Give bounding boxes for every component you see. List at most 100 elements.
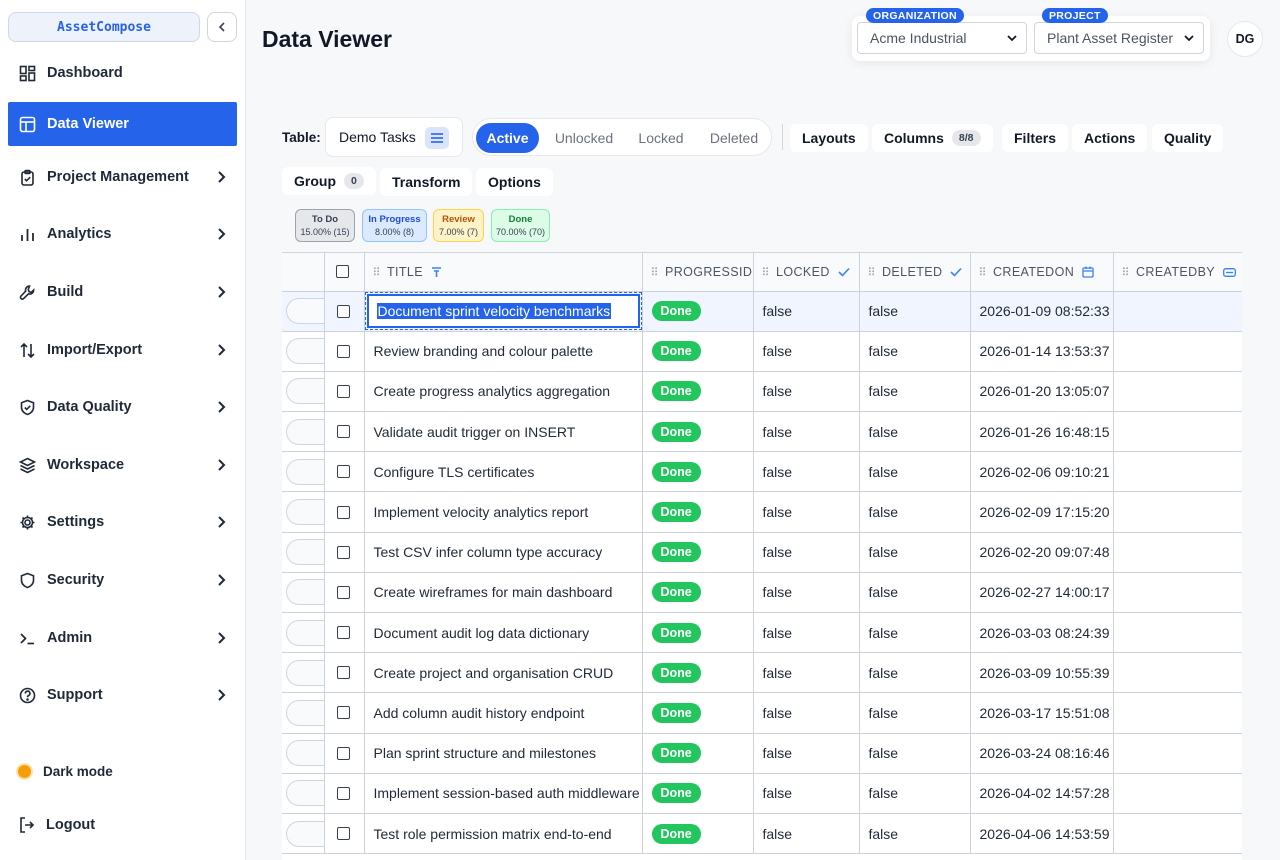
deleted-cell[interactable]: false [859,491,971,533]
title-cell[interactable]: Add column audit history endpoint [364,692,643,734]
segment-active[interactable]: Active [476,123,539,153]
row-drag-handle[interactable] [286,740,323,767]
row-drag-handle[interactable] [286,378,323,405]
project-select[interactable]: Plant Asset Register [1034,22,1204,54]
row-drag-handle[interactable] [286,619,323,646]
deleted-cell[interactable]: false [859,692,971,734]
logout-button[interactable]: Logout [18,816,95,834]
deleted-cell[interactable]: false [859,331,971,372]
nav-build[interactable]: Build [8,270,237,314]
deleted-cell[interactable]: false [859,532,971,573]
status-chip-in-progress[interactable]: In Progress 8.00% (8) [362,209,427,242]
createdon-cell[interactable]: 2026-02-20 09:07:48 [970,532,1114,573]
row-checkbox[interactable] [336,706,350,720]
segment-unlocked[interactable]: Unlocked [545,123,623,153]
createdon-cell[interactable]: 2026-01-14 13:53:37 [970,331,1114,372]
createdon-cell[interactable]: 2026-03-09 10:55:39 [970,652,1114,694]
table-row[interactable]: Create progress analytics aggregation Do… [282,371,1242,413]
table-row[interactable]: Review branding and colour palette Done … [282,331,1242,372]
title-cell[interactable]: Document sprint velocity benchmarks [364,291,643,332]
row-drag-handle[interactable] [286,458,323,485]
title-cell[interactable]: Test CSV infer column type accuracy [364,532,643,573]
segment-deleted[interactable]: Deleted [701,123,767,153]
dark-mode-toggle[interactable]: Dark mode [18,764,113,779]
createdby-cell[interactable] [1113,291,1242,332]
progress-cell[interactable]: Done [642,733,754,774]
table-picker[interactable]: Demo Tasks [325,117,463,157]
table-row[interactable]: Test CSV infer column type accuracy Done… [282,532,1242,573]
organization-select[interactable]: Acme Industrial [857,22,1027,54]
nav-data-quality[interactable]: Data Quality [8,385,237,429]
drag-handle-icon[interactable]: ⠿ [651,267,659,279]
row-checkbox[interactable] [336,786,350,800]
row-drag-handle[interactable] [286,418,323,445]
title-cell[interactable]: Configure TLS certificates [364,451,643,493]
createdon-cell[interactable]: 2026-01-20 13:05:07 [970,371,1114,413]
columns-button[interactable]: Columns 8/8 [872,124,993,152]
filter-icon[interactable] [431,267,442,278]
row-drag-handle[interactable] [286,338,323,365]
createdon-cell[interactable]: 2026-04-02 14:57:28 [970,773,1114,814]
locked-cell[interactable]: false [753,813,860,855]
title-cell[interactable]: Document audit log data dictionary [364,612,643,654]
table-row[interactable]: Test role permission matrix end-to-end D… [282,813,1242,855]
table-row[interactable]: Implement velocity analytics report Done… [282,491,1242,533]
nav-support[interactable]: Support [8,673,237,717]
drag-handle-icon[interactable]: ⠿ [979,267,987,279]
drag-handle-icon[interactable]: ⠿ [1122,267,1130,279]
row-checkbox[interactable] [336,465,350,479]
deleted-cell[interactable]: false [859,612,971,654]
locked-cell[interactable]: false [753,451,860,493]
table-row[interactable]: Plan sprint structure and milestones Don… [282,733,1242,774]
deleted-cell[interactable]: false [859,291,971,332]
createdby-cell[interactable] [1113,652,1242,694]
createdby-cell[interactable] [1113,612,1242,654]
nav-data-viewer[interactable]: Data Viewer [8,102,237,146]
title-cell[interactable]: Review branding and colour palette [364,331,643,372]
transform-button[interactable]: Transform [380,168,473,196]
createdby-cell[interactable] [1113,451,1242,493]
locked-cell[interactable]: false [753,491,860,533]
column-header-progressid[interactable]: ⠿ PROGRESSID [642,253,754,292]
title-cell[interactable]: Validate audit trigger on INSERT [364,411,643,453]
title-cell[interactable]: Create project and organisation CRUD [364,652,643,694]
row-drag-handle[interactable] [286,579,323,606]
row-checkbox[interactable] [336,827,350,841]
menu-icon[interactable] [425,127,449,149]
createdby-cell[interactable] [1113,491,1242,533]
row-drag-handle[interactable] [286,298,323,325]
locked-cell[interactable]: false [753,532,860,573]
row-checkbox[interactable] [336,344,350,358]
column-header-title[interactable]: ⠿ TITLE [364,253,643,292]
drag-handle-icon[interactable]: ⠿ [373,267,381,279]
locked-cell[interactable]: false [753,692,860,734]
nav-analytics[interactable]: Analytics [8,212,237,256]
status-chip-todo[interactable]: To Do 15.00% (15) [295,209,355,242]
deleted-cell[interactable]: false [859,813,971,855]
createdon-cell[interactable]: 2026-02-27 14:00:17 [970,572,1114,614]
table-row[interactable]: Create project and organisation CRUD Don… [282,652,1242,694]
createdon-cell[interactable]: 2026-03-24 08:16:46 [970,733,1114,774]
locked-cell[interactable]: false [753,411,860,453]
table-row[interactable]: Document audit log data dictionary Done … [282,612,1242,654]
drag-handle-icon[interactable]: ⠿ [762,267,770,279]
nav-import-export[interactable]: Import/Export [8,328,237,372]
createdby-cell[interactable] [1113,733,1242,774]
row-checkbox[interactable] [336,384,350,398]
progress-cell[interactable]: Done [642,532,754,573]
row-checkbox[interactable] [336,304,350,318]
table-row[interactable]: Configure TLS certificates Done false fa… [282,451,1242,493]
nav-security[interactable]: Security [8,558,237,602]
locked-cell[interactable]: false [753,773,860,814]
progress-cell[interactable]: Done [642,291,754,332]
deleted-cell[interactable]: false [859,733,971,774]
progress-cell[interactable]: Done [642,572,754,614]
row-drag-handle[interactable] [286,659,323,686]
progress-cell[interactable]: Done [642,652,754,694]
locked-cell[interactable]: false [753,572,860,614]
progress-cell[interactable]: Done [642,773,754,814]
locked-cell[interactable]: false [753,291,860,332]
locked-cell[interactable]: false [753,612,860,654]
filters-button[interactable]: Filters [1002,124,1069,152]
title-cell[interactable]: Plan sprint structure and milestones [364,733,643,774]
